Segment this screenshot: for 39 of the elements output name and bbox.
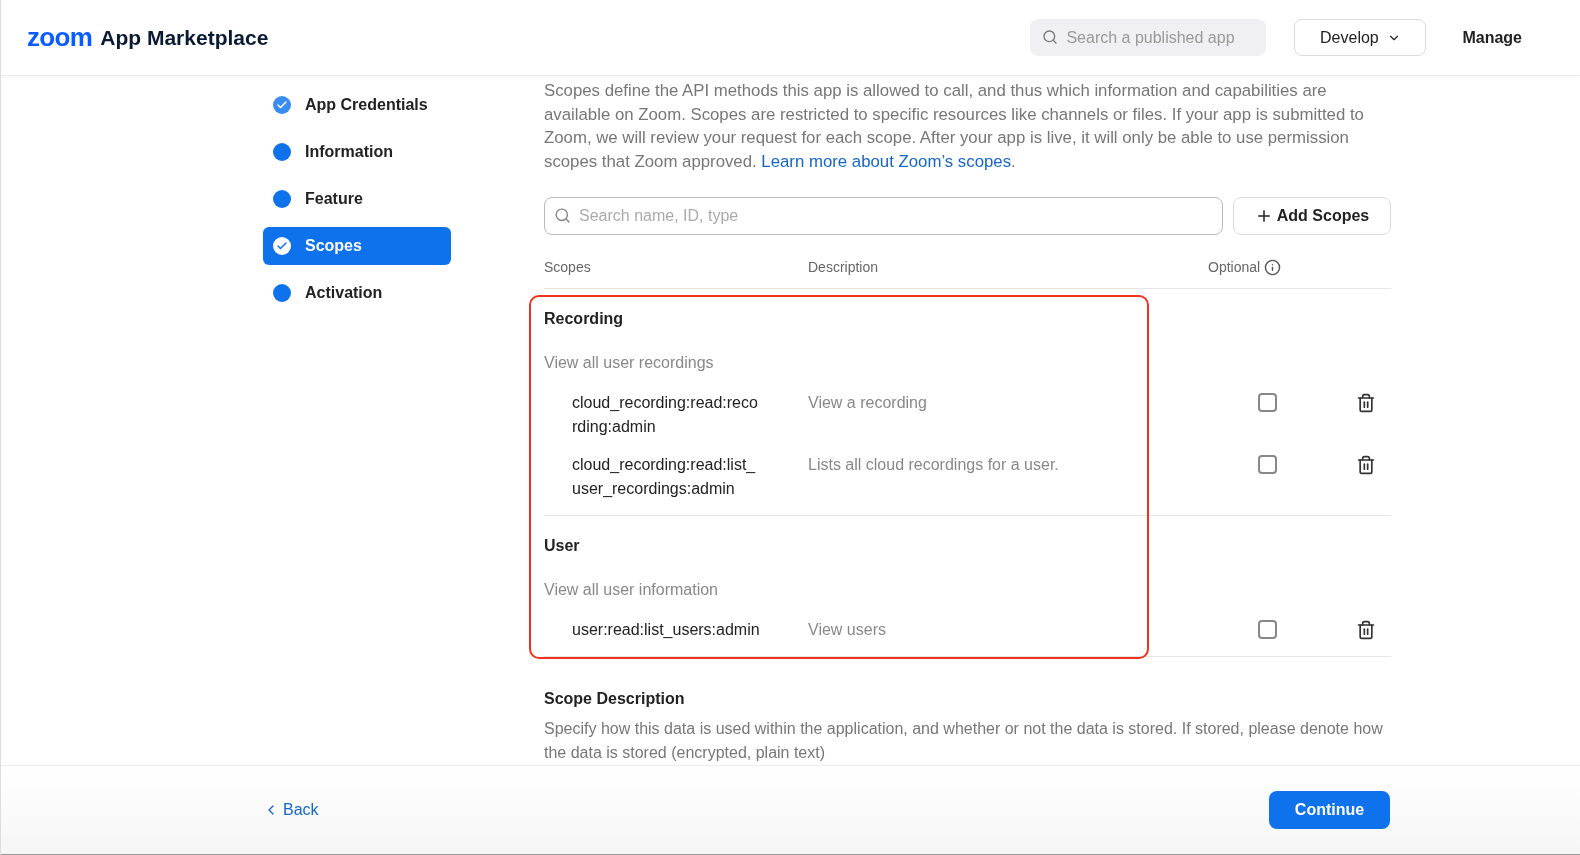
develop-dropdown[interactable]: Develop	[1294, 19, 1427, 56]
column-header: Description	[808, 258, 880, 277]
group-summary: View all user information	[544, 580, 719, 600]
continue-button[interactable]: Continue	[1269, 791, 1390, 829]
step-item[interactable]: Feature	[263, 180, 451, 218]
step-item[interactable]: Scopes	[263, 227, 451, 265]
search-icon	[554, 207, 571, 224]
search-icon	[1042, 29, 1059, 45]
scope-description: View a recording	[808, 393, 928, 413]
scope-description: Lists all cloud recordings for a user.	[808, 455, 1060, 475]
back-link[interactable]: Back	[263, 798, 319, 822]
group-title: Recording	[544, 309, 625, 329]
delete-icon[interactable]	[1356, 393, 1376, 413]
optional-checkbox[interactable]	[1258, 393, 1277, 412]
scope-id: cloud_recording:read:reco rding:admin	[571, 393, 759, 437]
group-title: User	[544, 536, 581, 556]
scope-description-title: Scope Description	[544, 689, 686, 709]
scope-search-field[interactable]: Search name, ID, type	[544, 197, 1223, 235]
delete-icon[interactable]	[1356, 620, 1376, 640]
add-scopes-button[interactable]: Add Scopes	[1233, 197, 1391, 235]
column-header: Optional	[1208, 258, 1261, 277]
info-icon	[1264, 259, 1282, 276]
app-title: App Marketplace	[100, 24, 269, 51]
scope-description-text: Specify how this data is used within the application, and whether or not the data is stored. If stored, please denote how the data is stored (encrypted, plain text)	[544, 719, 1384, 763]
step-item[interactable]: Information	[263, 133, 451, 171]
column-header: Scopes	[544, 258, 592, 277]
intro-text: Scopes define the API methods this app is allowed to call, and thus which information and capabilities are available on Zoom. Scopes are restricted to specific resources like channels or files. If your app is submitted to Zoom, we will review your request for each scope. After your app is live, it will only be able to use permission scopes that Zoom approved. Learn more about Zoom’s scopes.	[544, 80, 1365, 173]
scope-id: cloud_recording:read:list_ user_recordings:admin	[571, 455, 757, 499]
step-item[interactable]: Activation	[263, 274, 451, 312]
scope-description: View users	[808, 620, 887, 640]
step-item[interactable]: App Credentials	[263, 86, 451, 124]
group-summary: View all user recordings	[544, 353, 715, 373]
manage-link[interactable]: Manage	[1462, 25, 1522, 50]
zoom-logo[interactable]: zoom	[27, 18, 93, 57]
optional-checkbox[interactable]	[1258, 620, 1277, 639]
scope-id: user:read:list_users:admin	[571, 620, 761, 640]
optional-checkbox[interactable]	[1258, 455, 1277, 474]
search-field[interactable]: Search a published app	[1030, 19, 1267, 56]
delete-icon[interactable]	[1356, 455, 1376, 475]
